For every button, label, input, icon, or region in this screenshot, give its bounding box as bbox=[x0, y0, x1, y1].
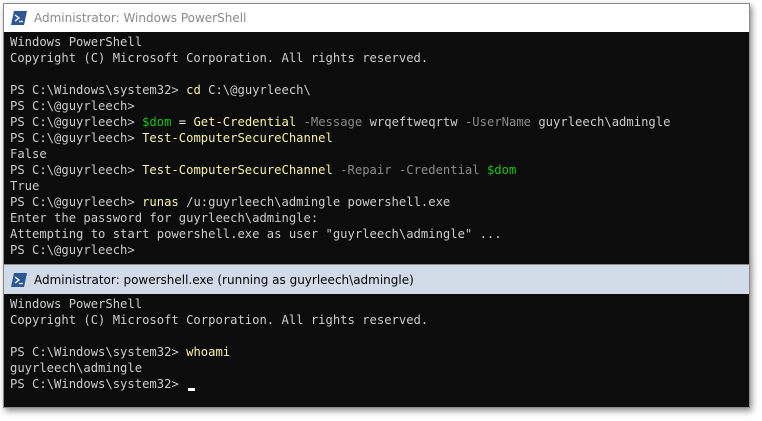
console-text: Copyright (C) Microsoft Corporation. All… bbox=[10, 51, 429, 65]
console-text: Test-ComputerSecureChannel bbox=[142, 131, 333, 145]
console-text: runas bbox=[142, 195, 179, 209]
console-text: C:\@guyrleech\ bbox=[200, 83, 311, 97]
console-text: Test-ComputerSecureChannel bbox=[142, 163, 333, 177]
console-line: Copyright (C) Microsoft Corporation. All… bbox=[10, 50, 749, 66]
console-text: Enter the password for guyrleech\admingl… bbox=[10, 211, 319, 225]
console-text: guyrleech\admingle bbox=[538, 115, 671, 129]
console-text: True bbox=[10, 179, 40, 193]
console-text: Copyright (C) Microsoft Corporation. All… bbox=[10, 313, 429, 327]
console-text: $dom bbox=[486, 163, 517, 177]
console-line: False bbox=[10, 146, 749, 162]
window-titlebar[interactable]: Administrator: powershell.exe (running a… bbox=[4, 265, 749, 294]
prompt-text: PS C:\@guyrleech> bbox=[10, 163, 143, 177]
console-line: PS C:\@guyrleech> $dom = Get-Credential … bbox=[10, 114, 749, 130]
console-text: False bbox=[10, 147, 47, 161]
console-line: PS C:\Windows\system32> bbox=[10, 376, 749, 392]
console-text: /u:guyrleech\admingle powershell.exe bbox=[178, 195, 451, 209]
console-line: PS C:\@guyrleech> Test-ComputerSecureCha… bbox=[10, 162, 749, 178]
prompt-text: PS C:\Windows\system32> bbox=[10, 377, 187, 391]
console-text: = bbox=[171, 115, 194, 129]
prompt-text: PS C:\Windows\system32> bbox=[10, 345, 187, 359]
console-text: -Repair -Credential bbox=[332, 163, 487, 177]
console-text: guyrleech\admingle bbox=[10, 361, 143, 375]
prompt-text: PS C:\@guyrleech> bbox=[10, 243, 143, 257]
window-titlebar[interactable]: Administrator: Windows PowerShell bbox=[4, 4, 749, 32]
console-text: -Message bbox=[296, 115, 370, 129]
prompt-text: PS C:\@guyrleech> bbox=[10, 131, 143, 145]
console-line: Windows PowerShell bbox=[10, 296, 749, 312]
console-line: Attempting to start powershell.exe as us… bbox=[10, 226, 749, 242]
prompt-text: PS C:\@guyrleech> bbox=[10, 115, 143, 129]
console-text: wrqeftweqrtw bbox=[369, 115, 458, 129]
console-text: $dom bbox=[142, 115, 172, 129]
console-line: PS C:\Windows\system32> whoami bbox=[10, 344, 749, 360]
console-line: PS C:\@guyrleech> runas /u:guyrleech\adm… bbox=[10, 194, 749, 210]
console-line: Copyright (C) Microsoft Corporation. All… bbox=[10, 312, 749, 328]
console-text: Attempting to start powershell.exe as us… bbox=[10, 227, 502, 241]
prompt-text: PS C:\@guyrleech> bbox=[10, 195, 143, 209]
console-text: whoami bbox=[186, 345, 231, 359]
console-text: Windows PowerShell bbox=[10, 297, 143, 311]
console-line: Windows PowerShell bbox=[10, 34, 749, 50]
prompt-text: PS C:\@guyrleech> bbox=[10, 99, 143, 113]
powershell-icon bbox=[11, 11, 27, 25]
console-text: Windows PowerShell bbox=[10, 35, 143, 49]
powershell-window-active[interactable]: Administrator: powershell.exe (running a… bbox=[3, 264, 750, 408]
text-cursor bbox=[188, 388, 196, 391]
console-output[interactable]: Windows PowerShell Copyright (C) Microsof… bbox=[4, 294, 749, 392]
console-line: PS C:\@guyrleech> bbox=[10, 98, 749, 114]
console-text: -UserName bbox=[457, 115, 539, 129]
console-line: guyrleech\admingle bbox=[10, 360, 749, 376]
console-line: Enter the password for guyrleech\admingl… bbox=[10, 210, 749, 226]
console-line: PS C:\@guyrleech> Test-ComputerSecureCha… bbox=[10, 130, 749, 146]
console-line: True bbox=[10, 178, 749, 194]
console-line: PS C:\Windows\system32> cd C:\@guyrleech… bbox=[10, 82, 749, 98]
powershell-icon bbox=[11, 272, 27, 287]
prompt-text: PS C:\Windows\system32> bbox=[10, 83, 187, 97]
console-line: PS C:\@guyrleech> bbox=[10, 242, 749, 258]
powershell-window-inactive[interactable]: Administrator: Windows PowerShell Window… bbox=[3, 3, 750, 265]
console-output[interactable]: Windows PowerShell Copyright (C) Microsof… bbox=[4, 32, 749, 258]
console-text: Get-Credential bbox=[193, 115, 297, 129]
window-title: Administrator: Windows PowerShell bbox=[34, 11, 247, 25]
window-title: Administrator: powershell.exe (running a… bbox=[34, 272, 414, 287]
console-text: cd bbox=[186, 83, 201, 97]
